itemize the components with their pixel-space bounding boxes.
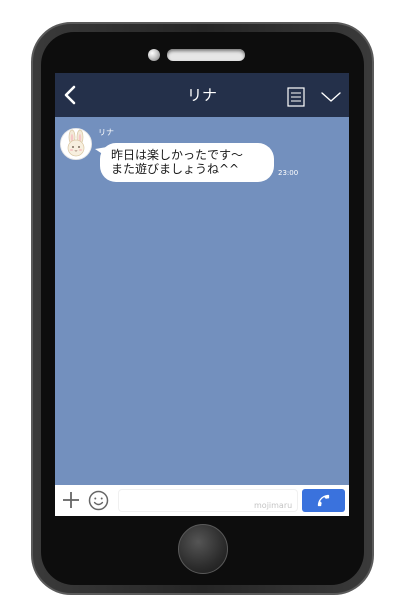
input-bar: mojimaru bbox=[55, 485, 349, 516]
phone-icon bbox=[317, 494, 330, 507]
bunny-avatar-icon bbox=[61, 129, 91, 159]
chevron-down-icon[interactable] bbox=[320, 90, 342, 104]
message-timestamp: 23:00 bbox=[278, 169, 299, 177]
home-button[interactable] bbox=[178, 524, 228, 574]
chat-header: リナ bbox=[55, 73, 349, 117]
smile-icon[interactable] bbox=[88, 490, 109, 511]
earpiece-speaker bbox=[167, 49, 245, 61]
message-bubble[interactable]: 昨日は楽しかったです〜 また遊びましょうね^^ bbox=[95, 143, 274, 182]
sender-name: リナ bbox=[98, 128, 114, 137]
note-list-icon[interactable] bbox=[287, 87, 305, 107]
plus-icon[interactable] bbox=[62, 491, 80, 509]
message-text-line-2: また遊びましょうね^^ bbox=[111, 162, 240, 176]
message-text-line-1: 昨日は楽しかったです〜 bbox=[111, 148, 244, 162]
bubble-tail bbox=[95, 147, 107, 157]
bunny-avatar[interactable] bbox=[60, 128, 92, 160]
call-button[interactable] bbox=[302, 489, 345, 512]
chat-screen: リナ リナ 昨日は楽しかったです〜 また遊びましょうね^^ 23:00 moji… bbox=[55, 73, 349, 516]
front-camera bbox=[148, 49, 160, 61]
watermark-text: mojimaru bbox=[254, 501, 293, 510]
